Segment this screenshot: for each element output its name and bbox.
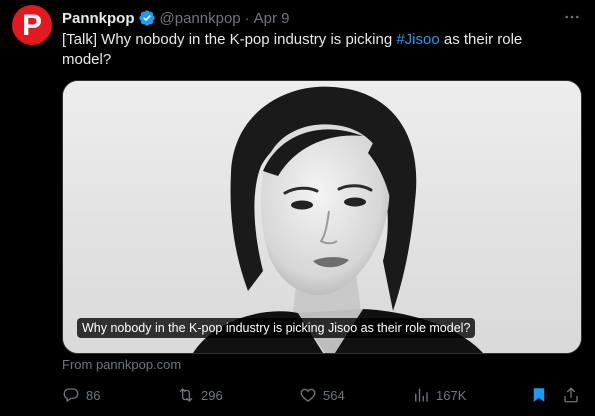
views-button[interactable]: 167K (412, 383, 466, 407)
like-button[interactable]: 564 (299, 383, 345, 407)
repost-count: 296 (201, 387, 223, 403)
like-count: 564 (323, 387, 345, 403)
share-button[interactable] (562, 383, 580, 407)
hashtag-link[interactable]: #Jisoo (396, 31, 439, 48)
bookmark-button[interactable] (530, 383, 548, 407)
media-caption: Why nobody in the K-pop industry is pick… (77, 318, 476, 338)
verified-badge-icon (138, 9, 156, 27)
views-icon (415, 388, 428, 402)
like-icon (300, 388, 316, 402)
post-date[interactable]: Apr 9 (254, 10, 290, 27)
author-name[interactable]: Pannkpop (62, 10, 135, 27)
avatar[interactable]: P (12, 5, 52, 45)
repost-button[interactable]: 296 (177, 383, 223, 407)
tweet-text-start: [Talk] Why nobody in the K-pop industry … (62, 31, 397, 48)
share-icon (564, 387, 578, 403)
reply-icon (63, 388, 79, 403)
avatar-letter: P (21, 9, 42, 42)
tweet-header: Pannkpop @pannkpop · Apr 9 (62, 8, 583, 28)
repost-icon (179, 388, 193, 402)
bookmark-icon (533, 388, 545, 402)
separator-dot: · (244, 9, 250, 27)
media-photo (63, 81, 581, 353)
tweet-text: [Talk] Why nobody in the K-pop industry … (62, 30, 542, 70)
action-bar: 86 296 564 167K (62, 383, 582, 407)
author-handle[interactable]: @pannkpop (160, 10, 241, 27)
link-source[interactable]: From pannkpop.com (62, 357, 181, 372)
reply-count: 86 (86, 387, 101, 403)
reply-button[interactable]: 86 (62, 383, 100, 407)
more-icon[interactable] (563, 8, 581, 26)
views-count: 167K (436, 387, 467, 403)
media-card[interactable]: Why nobody in the K-pop industry is pick… (62, 80, 582, 354)
